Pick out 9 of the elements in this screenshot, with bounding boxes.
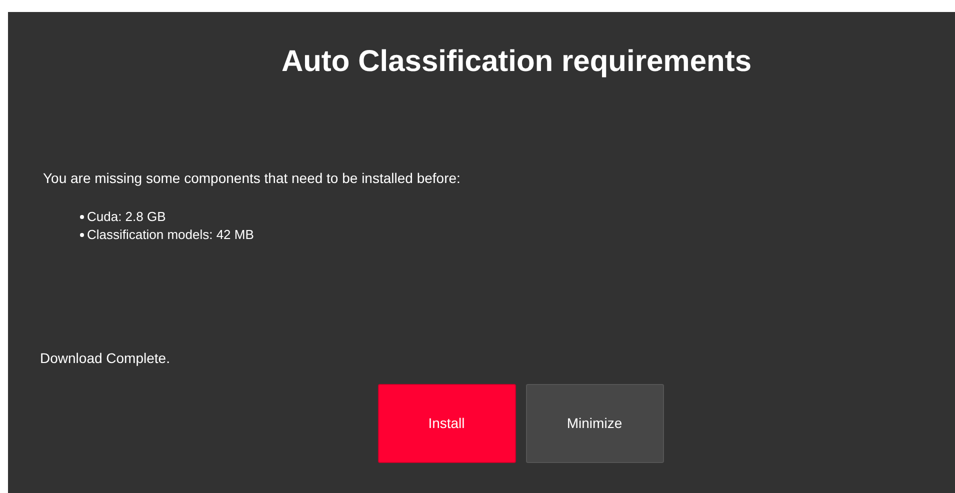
dialog-title: Auto Classification requirements xyxy=(281,44,752,80)
bullet-icon xyxy=(80,233,84,237)
minimize-button[interactable]: Minimize xyxy=(526,384,664,463)
bullet-icon xyxy=(80,215,84,219)
requirement-item: Cuda: 2.8 GB xyxy=(87,208,166,226)
install-button[interactable]: Install xyxy=(378,384,516,463)
status-text: Download Complete. xyxy=(40,349,171,368)
message-text: You are missing some components that need to be installed before: xyxy=(43,169,462,188)
requirement-item: Classification models: 42 MB xyxy=(87,226,254,244)
